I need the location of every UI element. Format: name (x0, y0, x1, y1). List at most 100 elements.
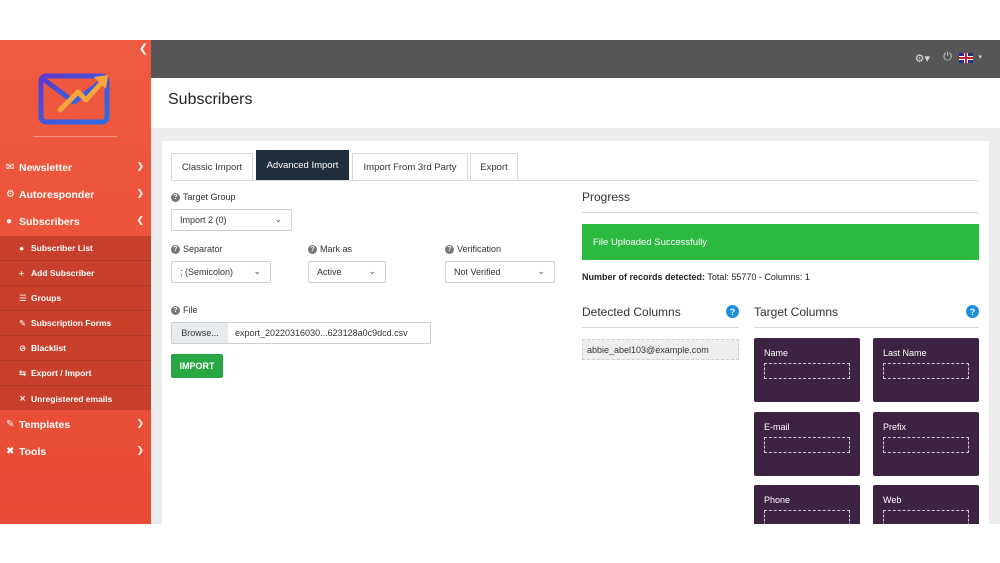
submenu-item-label: Subscription Forms (31, 318, 112, 328)
question-icon[interactable]: ? (171, 244, 180, 254)
submenu-item-label: Add Subscriber (31, 268, 95, 278)
paint-roller-icon: ✎ (6, 419, 15, 430)
submenu-item-label: Groups (31, 293, 62, 303)
tab-divider (171, 180, 979, 181)
sidebar-item-subscribers[interactable]: ● Subscribers ❮ (0, 208, 151, 235)
separator-select[interactable]: ; (Semicolon) ⌄ (171, 261, 271, 283)
sidebar: ❮ ✉ Newsletter ❯ ⚙ Autoresponder ❯ ● Sub… (0, 40, 151, 524)
help-icon[interactable]: ? (966, 305, 979, 318)
power-icon[interactable]: ⏻ (943, 51, 952, 64)
submenu-item-subscriber-list[interactable]: ● Subscriber List (0, 236, 151, 261)
caret-down-icon[interactable]: ▾ (978, 53, 982, 61)
chevron-down-icon: ⌄ (274, 214, 282, 224)
verification-select[interactable]: Not Verified ⌄ (445, 261, 555, 283)
target-column-email[interactable]: E-mail (754, 412, 860, 476)
gear-icon[interactable]: ⚙▾ (915, 52, 930, 65)
import-button[interactable]: IMPORT (171, 354, 223, 378)
question-icon[interactable]: ? (308, 244, 317, 254)
submenu-item-unregistered-emails[interactable]: ⨯ Unregistered emails (0, 386, 151, 411)
sidebar-item-label: Tools (19, 445, 47, 458)
envelope-logo-icon (38, 73, 110, 125)
submenu-item-label: Unregistered emails (31, 393, 113, 404)
records-label: Number of records detected: (582, 272, 706, 282)
drop-zone[interactable] (883, 363, 969, 379)
chevron-left-icon: ❮ (136, 215, 144, 225)
plus-icon: + (19, 268, 24, 278)
chevron-down-icon: ⌄ (368, 266, 376, 276)
chevron-left-icon[interactable]: ❮ (139, 42, 148, 55)
logo-divider (33, 136, 117, 137)
question-icon[interactable]: ? (445, 244, 454, 254)
uk-flag-icon[interactable] (959, 53, 973, 63)
tab-advanced-import[interactable]: Advanced Import (256, 150, 349, 180)
subscribers-submenu: ● Subscriber List + Add Subscriber ☰ Gro… (0, 236, 151, 410)
target-column-prefix[interactable]: Prefix (873, 412, 979, 476)
question-icon[interactable]: ? (171, 192, 180, 202)
tools-icon: ✖ (6, 446, 15, 457)
mark-as-select[interactable]: Active ⌄ (308, 261, 386, 283)
envelope-icon: ✉ (6, 162, 15, 173)
sidebar-item-label: Templates (19, 418, 71, 431)
tab-export[interactable]: Export (470, 153, 518, 181)
submenu-item-export-import[interactable]: ⇆ Export / Import (0, 361, 151, 386)
tab-import-3rd-party[interactable]: Import From 3rd Party (352, 153, 468, 181)
drop-zone[interactable] (883, 437, 969, 453)
detected-column-item[interactable]: abbie_abel103@example.com (582, 339, 739, 360)
import-card: Classic Import Advanced Import Import Fr… (162, 141, 989, 524)
detected-columns-title: Detected Columns (582, 305, 681, 319)
browse-button[interactable]: Browse... (171, 322, 229, 344)
submenu-item-label: Subscriber List (31, 243, 93, 253)
users-icon: ● (19, 243, 25, 253)
drop-zone[interactable] (764, 510, 850, 524)
submenu-item-blacklist[interactable]: ⊘ Blacklist (0, 336, 151, 361)
ban-icon: ⊘ (19, 342, 27, 353)
chevron-down-icon: ❯ (136, 445, 144, 455)
question-icon[interactable]: ? (171, 305, 180, 315)
target-divider (754, 327, 979, 328)
users-icon: ● (6, 216, 13, 227)
exchange-icon: ⇆ (19, 367, 27, 378)
drop-zone[interactable] (883, 510, 969, 524)
chevron-down-icon: ❯ (136, 188, 144, 198)
tab-classic-import[interactable]: Classic Import (171, 153, 253, 181)
file-label: ? File (171, 305, 198, 315)
user-slash-icon: ⨯ (19, 393, 27, 403)
page-header: Subscribers (151, 78, 1000, 128)
sidebar-item-newsletter[interactable]: ✉ Newsletter ❯ (0, 154, 151, 181)
page-title: Subscribers (168, 91, 253, 108)
target-column-last-name[interactable]: Last Name (873, 338, 979, 402)
sidebar-item-autoresponder[interactable]: ⚙ Autoresponder ❯ (0, 181, 151, 208)
progress-divider (582, 212, 979, 213)
target-column-web[interactable]: Web (873, 485, 979, 524)
sidebar-item-templates[interactable]: ✎ Templates ❯ (0, 411, 151, 438)
help-icon[interactable]: ? (726, 305, 739, 318)
progress-title: Progress (582, 190, 631, 204)
sidebar-item-tools[interactable]: ✖ Tools ❯ (0, 438, 151, 465)
file-name-field[interactable]: export_20220316030...623128a0c9dcd.csv (228, 322, 431, 344)
chevron-down-icon: ❯ (136, 418, 144, 428)
verification-label: ? Verification (445, 244, 501, 254)
separator-label: ? Separator (171, 244, 223, 254)
sidebar-item-label: Newsletter (19, 161, 73, 174)
submenu-item-add-subscriber[interactable]: + Add Subscriber (0, 261, 151, 286)
list-icon: ☰ (19, 292, 27, 303)
submenu-item-groups[interactable]: ☰ Groups (0, 286, 151, 311)
target-group-select[interactable]: Import 2 (0) ⌄ (171, 209, 292, 231)
target-columns-title: Target Columns (754, 305, 839, 319)
records-detected-text: Number of records detected: Total: 55770… (582, 272, 810, 282)
chevron-down-icon: ⌄ (537, 266, 545, 276)
chevron-down-icon: ❯ (136, 161, 144, 171)
drop-zone[interactable] (764, 437, 850, 453)
mark-as-label: ? Mark as (308, 244, 352, 254)
target-column-phone[interactable]: Phone (754, 485, 860, 524)
target-column-name[interactable]: Name (754, 338, 860, 402)
app-frame: ❮ ✉ Newsletter ❯ ⚙ Autoresponder ❯ ● Sub… (0, 40, 1000, 524)
drop-zone[interactable] (764, 363, 850, 379)
sidebar-item-label: Autoresponder (19, 188, 95, 201)
top-bar: ⚙▾ ⏻ ▾ (151, 40, 1000, 78)
chevron-down-icon: ⌄ (253, 266, 261, 276)
edit-icon: ✎ (19, 317, 27, 328)
target-group-label: ? Target Group (171, 192, 236, 202)
sidebar-item-label: Subscribers (19, 215, 80, 228)
submenu-item-subscription-forms[interactable]: ✎ Subscription Forms (0, 311, 151, 336)
